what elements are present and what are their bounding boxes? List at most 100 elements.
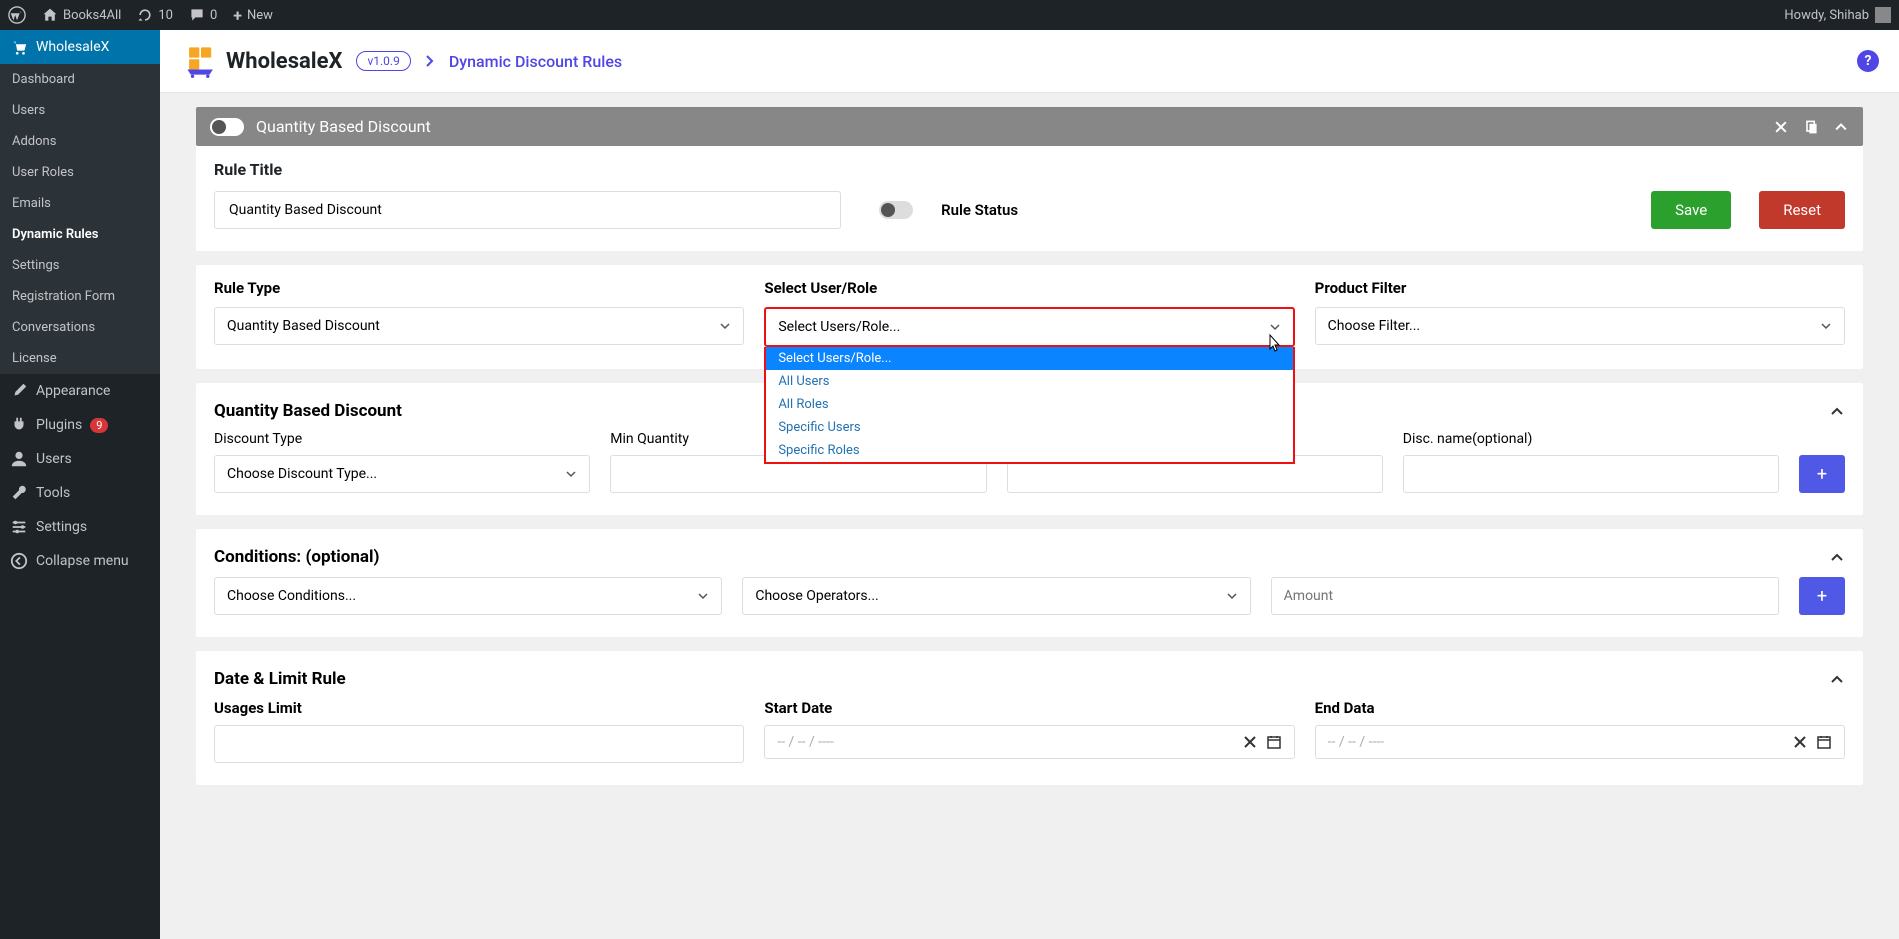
calendar-icon[interactable] xyxy=(1816,734,1832,750)
logo-text: WholesaleX xyxy=(226,49,342,74)
sidebar-item-license[interactable]: License xyxy=(0,343,160,374)
sidebar-item-dynamic-rules[interactable]: Dynamic Rules xyxy=(0,219,160,250)
calendar-icon[interactable] xyxy=(1266,734,1282,750)
help-icon[interactable]: ? xyxy=(1857,50,1879,72)
sidebar-label-appearance: Appearance xyxy=(36,383,110,399)
sidebar-label-users: Users xyxy=(36,451,72,467)
cursor-icon xyxy=(1267,333,1283,353)
add-tier-button[interactable]: + xyxy=(1799,455,1845,493)
user-role-select[interactable]: Select Users/Role... xyxy=(764,307,1294,347)
sidebar-item-settings[interactable]: Settings xyxy=(0,250,160,281)
operators-select[interactable]: Choose Operators... xyxy=(742,577,1250,615)
updates-link[interactable]: 10 xyxy=(137,7,173,23)
end-date-label: End Data xyxy=(1315,699,1845,717)
sliders-icon xyxy=(10,518,28,536)
rule-bar-title: Quantity Based Discount xyxy=(256,117,431,136)
product-filter-label: Product Filter xyxy=(1315,279,1845,297)
copy-icon[interactable] xyxy=(1803,119,1819,135)
chevron-right-icon xyxy=(425,54,435,68)
disc-name-input[interactable] xyxy=(1403,455,1779,493)
qbd-title: Quantity Based Discount xyxy=(214,401,402,421)
rule-type-select[interactable]: Quantity Based Discount xyxy=(214,307,744,345)
brush-icon xyxy=(10,382,28,400)
sidebar-label-collapse: Collapse menu xyxy=(36,553,129,569)
user-role-value: Select Users/Role... xyxy=(778,319,900,335)
sidebar-top-label: WholesaleX xyxy=(36,39,109,55)
usages-limit-label: Usages Limit xyxy=(214,699,744,717)
sidebar-item-emails[interactable]: Emails xyxy=(0,188,160,219)
sidebar-item-user-roles[interactable]: User Roles xyxy=(0,157,160,188)
sidebar-item-collapse[interactable]: Collapse menu xyxy=(0,544,160,578)
new-label: New xyxy=(247,8,273,23)
sidebar-item-tools[interactable]: Tools xyxy=(0,476,160,510)
chevron-up-icon[interactable] xyxy=(1833,119,1849,135)
comments-link[interactable]: 0 xyxy=(189,7,217,23)
sidebar-item-conversations[interactable]: Conversations xyxy=(0,312,160,343)
conditions-select[interactable]: Choose Conditions... xyxy=(214,577,722,615)
chevron-down-icon xyxy=(1226,590,1238,602)
end-date-placeholder: -- / -- / ---- xyxy=(1328,734,1784,750)
operators-value: Choose Operators... xyxy=(755,588,878,604)
end-date-input[interactable]: -- / -- / ---- xyxy=(1315,725,1845,759)
usages-limit-input[interactable] xyxy=(214,725,744,763)
version-badge: v1.0.9 xyxy=(356,51,410,71)
dropdown-option-placeholder[interactable]: Select Users/Role... xyxy=(766,347,1292,370)
start-date-placeholder: -- / -- / ---- xyxy=(777,734,1233,750)
chevron-up-icon[interactable] xyxy=(1829,671,1845,687)
date-limit-title: Date & Limit Rule xyxy=(214,669,346,689)
sidebar-item-wholesalex[interactable]: WholesaleX xyxy=(0,30,160,64)
dropdown-option-specific-roles[interactable]: Specific Roles xyxy=(766,439,1292,462)
admin-sidebar: WholesaleX Dashboard Users Addons User R… xyxy=(0,30,160,939)
sidebar-item-dashboard[interactable]: Dashboard xyxy=(0,64,160,95)
chevron-down-icon xyxy=(565,468,577,480)
wholesalex-logo: WholesaleX xyxy=(184,44,342,78)
main-content: WholesaleX v1.0.9 Dynamic Discount Rules… xyxy=(160,30,1899,939)
chevron-up-icon[interactable] xyxy=(1829,549,1845,565)
wp-logo-icon[interactable] xyxy=(8,6,26,24)
save-button[interactable]: Save xyxy=(1651,191,1731,229)
dropdown-option-all-roles[interactable]: All Roles xyxy=(766,393,1292,416)
add-condition-button[interactable]: + xyxy=(1799,577,1845,615)
sidebar-label-tools: Tools xyxy=(36,485,70,501)
sidebar-item-users[interactable]: Users xyxy=(0,95,160,126)
rule-status-label: Rule Status xyxy=(941,201,1018,219)
chevron-up-icon[interactable] xyxy=(1829,403,1845,419)
date-limit-panel: Date & Limit Rule Usages Limit Start Dat… xyxy=(196,651,1863,785)
account-link[interactable]: Howdy, Shihab xyxy=(1784,7,1891,23)
discount-type-select[interactable]: Choose Discount Type... xyxy=(214,455,590,493)
close-icon[interactable] xyxy=(1773,119,1789,135)
clear-icon[interactable] xyxy=(1792,734,1808,750)
clear-icon[interactable] xyxy=(1242,734,1258,750)
rule-status-toggle[interactable] xyxy=(879,201,913,219)
rule-title-input[interactable] xyxy=(214,191,841,229)
user-role-label: Select User/Role xyxy=(764,279,1294,297)
sidebar-item-registration-form[interactable]: Registration Form xyxy=(0,281,160,312)
cart-icon xyxy=(10,38,28,56)
chevron-down-icon xyxy=(1269,321,1281,333)
discount-type-label: Discount Type xyxy=(214,431,590,447)
sidebar-item-plugins[interactable]: Plugins 9 xyxy=(0,408,160,442)
sidebar-label-plugins: Plugins xyxy=(36,417,82,433)
sidebar-item-addons[interactable]: Addons xyxy=(0,126,160,157)
rule-type-panel: Rule Type Quantity Based Discount Select… xyxy=(196,265,1863,369)
product-filter-value: Choose Filter... xyxy=(1328,318,1420,334)
rule-enable-toggle[interactable] xyxy=(210,118,244,136)
site-link[interactable]: Books4All xyxy=(42,7,121,23)
conditions-title: Conditions: (optional) xyxy=(214,547,379,567)
sidebar-item-appearance[interactable]: Appearance xyxy=(0,374,160,408)
rule-type-value: Quantity Based Discount xyxy=(227,318,380,334)
sidebar-item-users-main[interactable]: Users xyxy=(0,442,160,476)
product-filter-select[interactable]: Choose Filter... xyxy=(1315,307,1845,345)
start-date-input[interactable]: -- / -- / ---- xyxy=(764,725,1294,759)
condition-amount-input[interactable] xyxy=(1271,577,1779,615)
dropdown-option-specific-users[interactable]: Specific Users xyxy=(766,416,1292,439)
reset-button[interactable]: Reset xyxy=(1759,191,1845,229)
rule-collapsed-bar: Quantity Based Discount xyxy=(196,107,1863,146)
dropdown-option-all-users[interactable]: All Users xyxy=(766,370,1292,393)
sidebar-item-settings-main[interactable]: Settings xyxy=(0,510,160,544)
header-bar: WholesaleX v1.0.9 Dynamic Discount Rules… xyxy=(160,30,1899,93)
start-date-label: Start Date xyxy=(764,699,1294,717)
comments-count: 0 xyxy=(210,8,217,23)
new-link[interactable]: + New xyxy=(233,6,273,25)
wrench-icon xyxy=(10,484,28,502)
